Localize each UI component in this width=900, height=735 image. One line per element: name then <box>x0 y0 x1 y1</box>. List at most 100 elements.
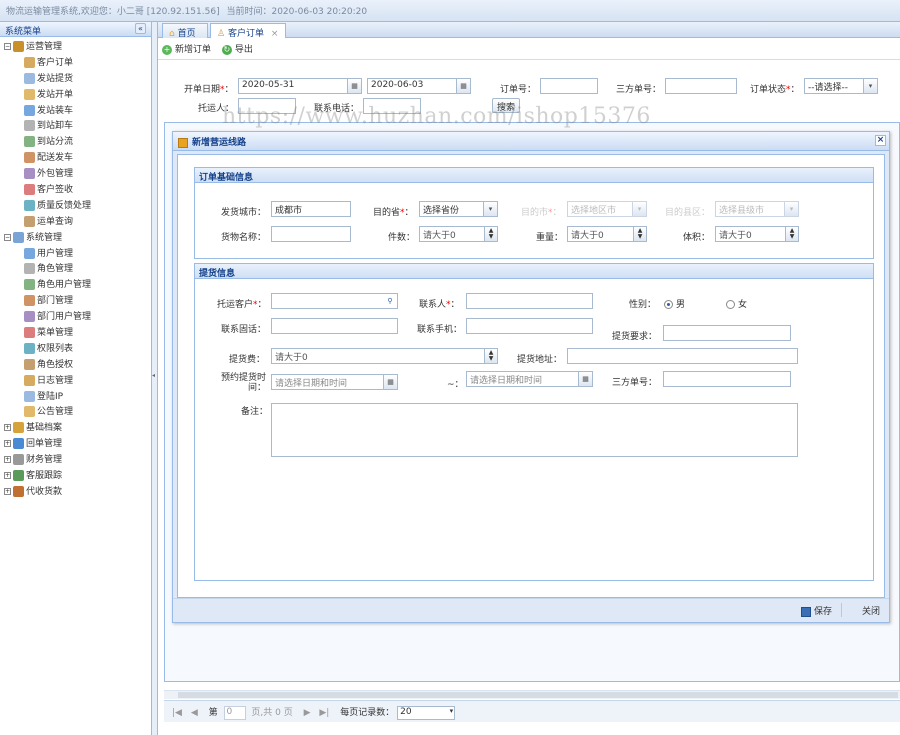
gender-male-option[interactable]: 男 <box>664 297 685 310</box>
third-party-input[interactable] <box>663 371 791 387</box>
fee-input[interactable]: 请大于0 ▲ ▼ <box>271 348 498 364</box>
save-button[interactable]: 保存 <box>801 604 832 617</box>
first-page-icon[interactable]: |◀ <box>172 708 182 718</box>
search-icon[interactable]: ⚲ <box>383 294 397 308</box>
radio-checked-icon[interactable] <box>664 300 673 309</box>
menu-item[interactable]: 用户管理 <box>0 247 151 263</box>
collapse-icon[interactable]: − <box>4 43 11 50</box>
tab-home[interactable]: ⌂ 首页 <box>162 23 208 39</box>
calendar-icon[interactable]: ▦ <box>578 372 592 386</box>
menu-item[interactable]: 客户签收 <box>0 183 151 199</box>
menu-item[interactable]: 角色管理 <box>0 262 151 278</box>
menu-item-icon <box>24 311 35 323</box>
dest-prov-select[interactable]: 选择省份 ▾ <box>419 201 498 217</box>
dest-county-select[interactable]: 选择县级市 ▾ <box>715 201 799 217</box>
menu-item[interactable]: 发站提货 <box>0 72 151 88</box>
customer-input[interactable]: ⚲ <box>271 293 398 309</box>
menu-item[interactable]: 部门管理 <box>0 294 151 310</box>
contact-input[interactable] <box>466 293 593 309</box>
page-input[interactable]: 0 <box>223 705 246 720</box>
pieces-input[interactable]: 请大于0 ▲ ▼ <box>419 226 498 242</box>
menu-item[interactable]: 角色用户管理 <box>0 278 151 294</box>
goods-input[interactable] <box>271 226 351 242</box>
radio-unchecked-icon[interactable] <box>726 300 735 309</box>
menu-group[interactable]: + 财务管理 <box>0 453 151 469</box>
menu-item[interactable]: 日志管理 <box>0 374 151 390</box>
phone-input[interactable] <box>363 98 421 114</box>
collapse-icon[interactable]: « <box>135 23 146 34</box>
horizontal-scrollbar[interactable] <box>164 690 900 699</box>
menu-group[interactable]: − 运营管理 <box>0 40 151 56</box>
appt-time-from[interactable]: 请选择日期和时间 ▦ <box>271 374 398 390</box>
next-page-icon[interactable]: ▶ <box>304 708 311 718</box>
expand-icon[interactable]: + <box>4 456 11 464</box>
order-no-input[interactable] <box>540 78 598 94</box>
dest-city-select[interactable]: 选择地区市 ▾ <box>567 201 647 217</box>
expand-icon[interactable]: + <box>4 472 11 480</box>
volume-input[interactable]: 请大于0 ▲ ▼ <box>715 226 799 242</box>
menu-item[interactable]: 到站分流 <box>0 135 151 151</box>
export-icon: ↻ <box>221 44 232 55</box>
addr-input[interactable] <box>567 348 798 364</box>
mobile-input[interactable] <box>466 318 593 334</box>
folder-icon <box>13 470 24 482</box>
menu-item[interactable]: 角色授权 <box>0 358 151 374</box>
status-select[interactable]: --请选择-- ▾ <box>804 78 878 94</box>
menu-item[interactable]: 登陆IP <box>0 390 151 406</box>
pickup-req-input[interactable] <box>663 325 791 341</box>
spinner-icon[interactable]: ▲ ▼ <box>785 227 798 241</box>
remark-textarea[interactable] <box>271 403 798 457</box>
date-to-field[interactable]: 2020-06-03 ▦ <box>367 78 471 94</box>
gender-female-option[interactable]: 女 <box>726 297 747 310</box>
collapse-icon[interactable]: − <box>4 233 11 241</box>
spinner-icon[interactable]: ▲ ▼ <box>633 227 646 241</box>
calendar-icon[interactable]: ▦ <box>456 79 470 93</box>
menu-item[interactable]: 客户订单 <box>0 56 151 72</box>
close-button[interactable]: 关闭 <box>862 604 880 617</box>
search-button[interactable]: 搜索 <box>492 98 521 113</box>
date-from-field[interactable]: 2020-05-31 ▦ <box>238 78 362 94</box>
menu-group[interactable]: + 回单管理 <box>0 437 151 453</box>
menu-group[interactable]: + 代收货款 <box>0 485 151 501</box>
menu-item[interactable]: 发站装车 <box>0 104 151 120</box>
shipper-input[interactable] <box>238 98 296 114</box>
menu-item[interactable]: 质量反馈处理 <box>0 199 151 215</box>
weight-input[interactable]: 请大于0 ▲ ▼ <box>567 226 647 242</box>
expand-icon[interactable]: + <box>4 424 11 432</box>
tab-customer-orders[interactable]: ♙ 客户订单 × <box>210 23 286 39</box>
menu-group[interactable]: + 客服跟踪 <box>0 469 151 485</box>
close-icon[interactable]: × <box>875 135 886 146</box>
dialog-titlebar[interactable]: 新增营运线路 × <box>173 132 889 151</box>
menu-item[interactable]: 运单查询 <box>0 215 151 231</box>
tel-input[interactable] <box>271 318 398 334</box>
menu-item[interactable]: 菜单管理 <box>0 326 151 342</box>
prev-page-icon[interactable]: ◀ <box>191 708 198 718</box>
menu-item[interactable]: 外包管理 <box>0 167 151 183</box>
spinner-icon[interactable]: ▲ ▼ <box>484 349 497 363</box>
add-order-button[interactable]: + 新增订单 <box>162 42 211 55</box>
calendar-icon[interactable]: ▦ <box>347 79 361 93</box>
export-button[interactable]: ↻ 导出 <box>221 42 253 55</box>
per-page-select[interactable]: 20 ▾ <box>397 705 456 720</box>
menu-item[interactable]: 配送发车 <box>0 151 151 167</box>
menu-item[interactable]: 到站卸车 <box>0 119 151 135</box>
menu-item[interactable]: 发站开单 <box>0 88 151 104</box>
menu-item[interactable]: 公告管理 <box>0 405 151 421</box>
expand-arrow-icon[interactable]: ◂ <box>152 372 155 379</box>
menu-item[interactable]: 权限列表 <box>0 342 151 358</box>
menu-group[interactable]: − 系统管理 <box>0 231 151 247</box>
expand-icon[interactable]: + <box>4 440 11 448</box>
menu-item-icon <box>24 279 35 291</box>
scroll-thumb[interactable] <box>178 692 898 698</box>
chevron-down-icon[interactable]: ▾ <box>483 202 497 216</box>
spinner-icon[interactable]: ▲ ▼ <box>484 227 497 241</box>
calendar-icon[interactable]: ▦ <box>383 375 397 389</box>
chevron-down-icon[interactable]: ▾ <box>863 79 877 93</box>
menu-item[interactable]: 部门用户管理 <box>0 310 151 326</box>
expand-icon[interactable]: + <box>4 487 11 495</box>
appt-time-to[interactable]: 请选择日期和时间 ▦ <box>466 371 593 387</box>
third-no-input[interactable] <box>665 78 737 94</box>
menu-group[interactable]: + 基础档案 <box>0 421 151 437</box>
from-city-input[interactable]: 成都市 <box>271 201 351 217</box>
last-page-icon[interactable]: ▶| <box>319 708 329 718</box>
